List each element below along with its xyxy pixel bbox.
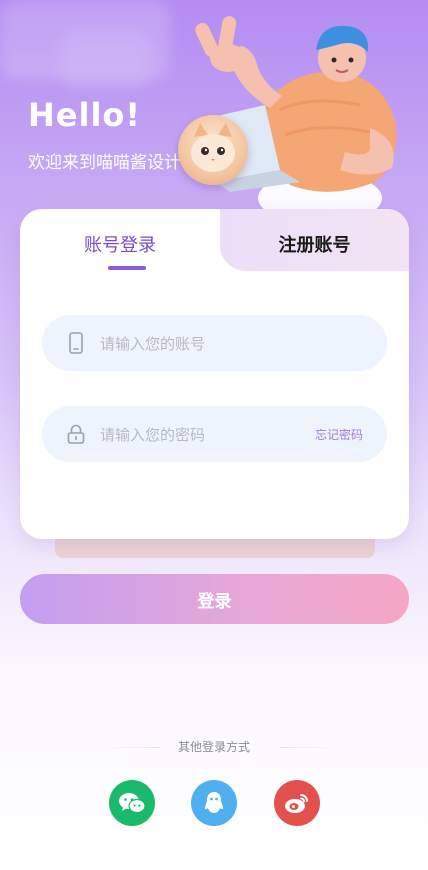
tab-register-label: 注册账号 <box>278 235 351 256</box>
password-placeholder: 请输入您的密码 <box>100 425 206 444</box>
password-field[interactable]: 请输入您的密码 忘记密码 <box>42 406 387 462</box>
background-decoration <box>60 30 150 90</box>
account-placeholder: 请输入您的账号 <box>100 334 206 353</box>
wechat-icon <box>119 793 146 814</box>
weibo-login-button[interactable] <box>274 780 320 826</box>
forgot-password-link[interactable]: 忘记密码 <box>315 426 363 443</box>
tab-account-login[interactable]: 账号登录 <box>20 209 220 273</box>
tab-register[interactable]: 注册账号 <box>220 209 409 271</box>
wechat-login-button[interactable] <box>109 780 155 826</box>
lock-icon <box>66 423 86 445</box>
tab-account-login-label: 账号登录 <box>84 235 156 256</box>
other-login-divider: 其他登录方式 <box>0 738 428 758</box>
qq-icon <box>205 792 223 813</box>
cat-face-icon <box>191 123 235 172</box>
login-button[interactable]: 登录 <box>20 574 409 624</box>
weibo-icon <box>285 794 308 813</box>
login-card: 账号登录 注册账号 请输入您的账号 请输入您的密码 忘记密码 <box>20 209 409 539</box>
divider-line-right <box>280 747 340 748</box>
greeting-title: Hello! <box>28 96 141 134</box>
cat-avatar <box>178 115 248 185</box>
phone-icon <box>66 332 86 354</box>
welcome-text: 欢迎来到喵喵酱设计 <box>28 153 181 173</box>
other-login-label: 其他登录方式 <box>177 740 250 754</box>
qq-login-button[interactable] <box>191 780 237 826</box>
account-field[interactable]: 请输入您的账号 <box>42 315 387 371</box>
tab-active-indicator <box>108 266 146 270</box>
